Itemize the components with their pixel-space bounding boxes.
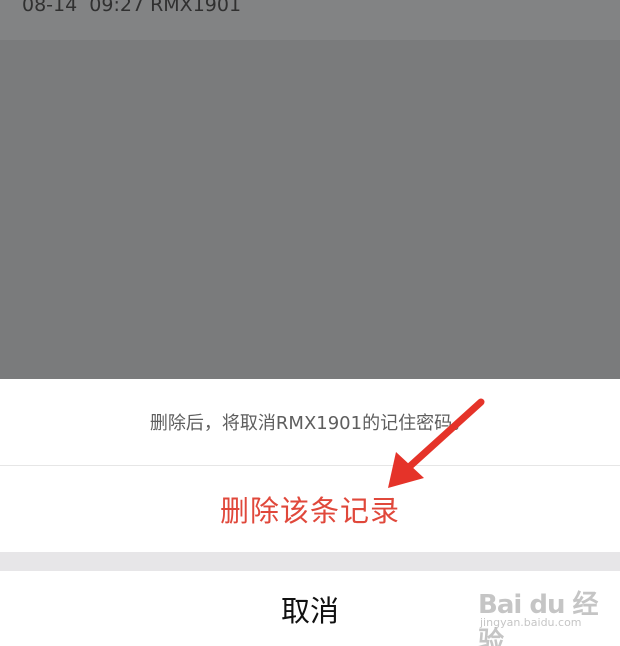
sheet-gap	[0, 552, 620, 571]
watermark-url: jingyan.baidu.com	[480, 616, 582, 629]
background-record-row: 08-14 09:27 RMX1901	[0, 0, 620, 40]
screen: 08-14 09:27 RMX1901 删除后，将取消RMX1901的记住密码。…	[0, 0, 620, 646]
dialog-message: 删除后，将取消RMX1901的记住密码。	[149, 413, 471, 434]
background-record-text: 08-14 09:27 RMX1901	[22, 0, 242, 16]
baidu-watermark: Bai du 经验 jingyan.baidu.com	[470, 580, 610, 646]
watermark-logo-text: Bai du 经验	[478, 590, 599, 646]
delete-record-button[interactable]: 删除该条记录	[0, 466, 620, 552]
